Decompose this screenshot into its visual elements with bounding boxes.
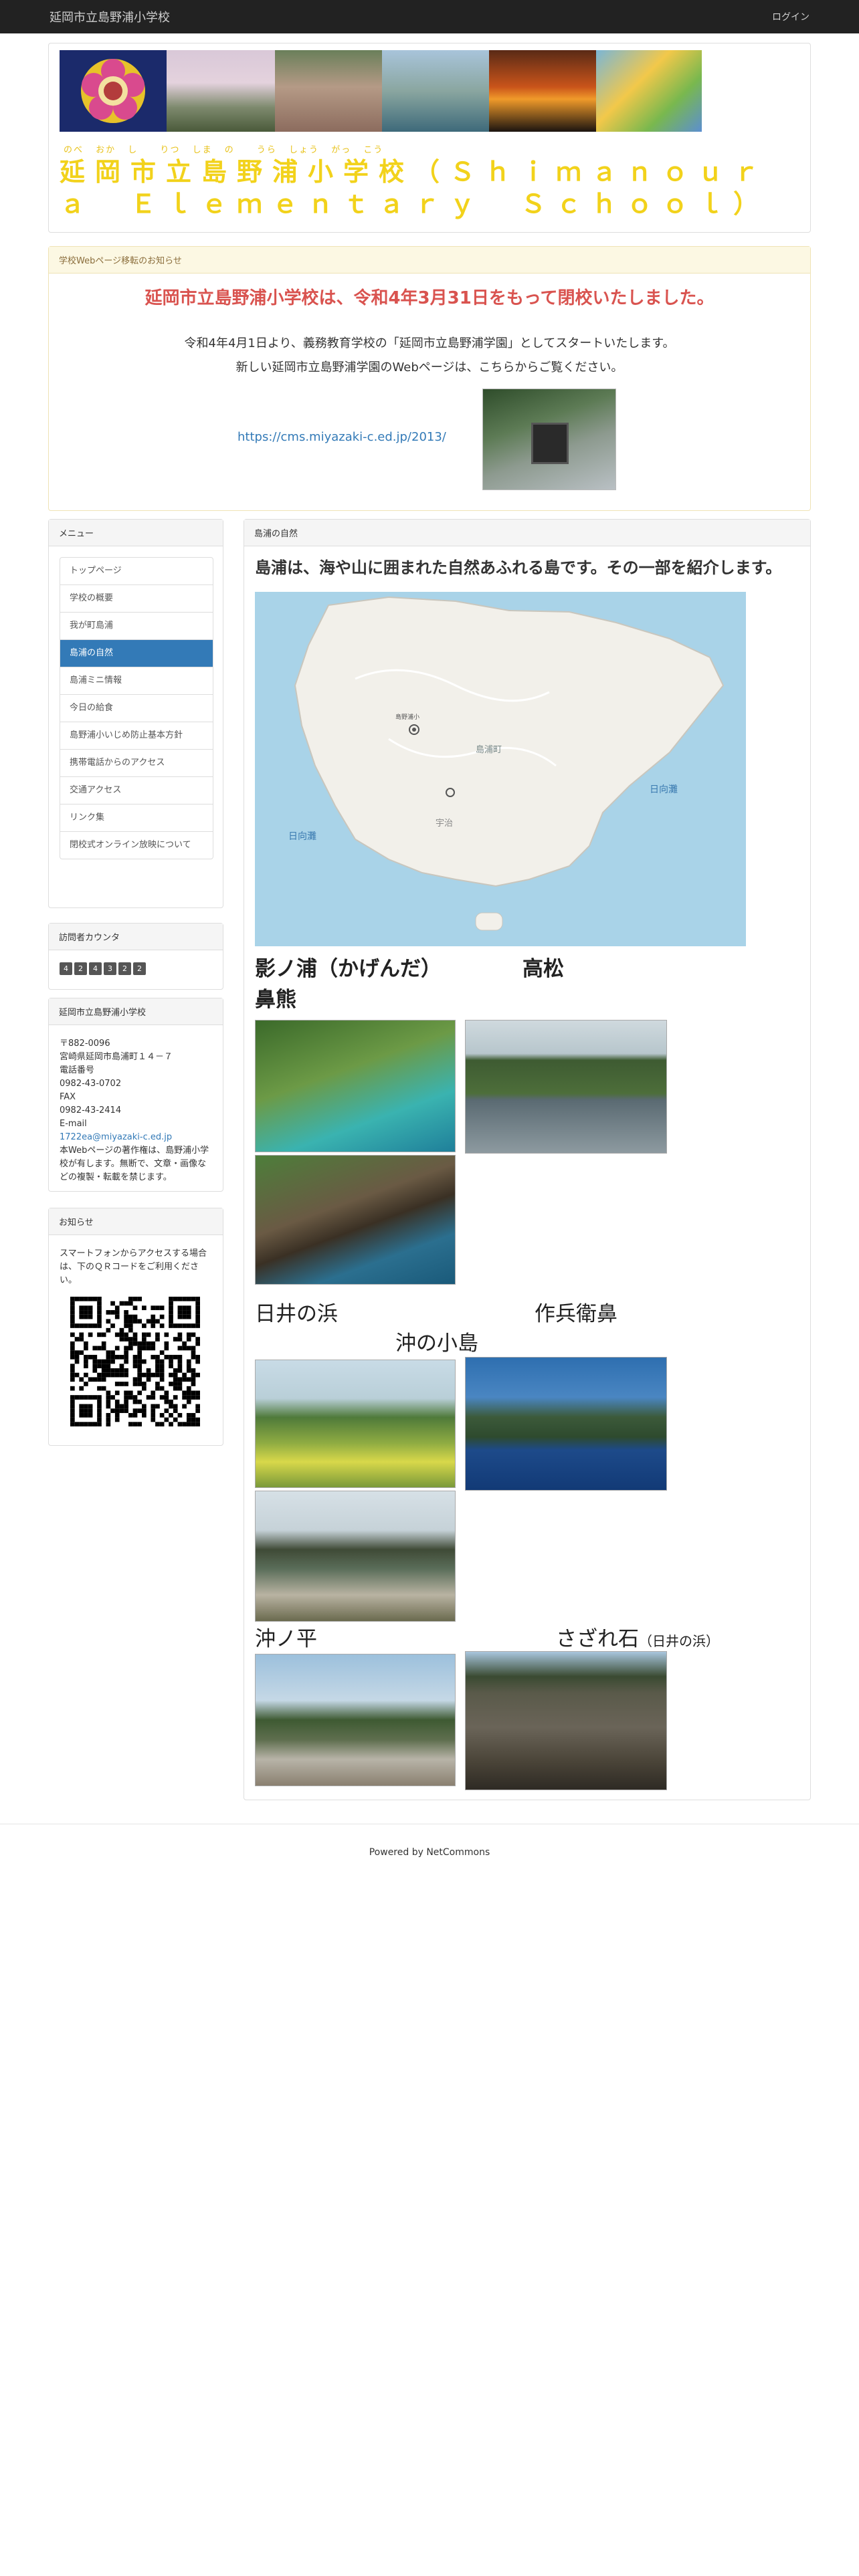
banner-photo-students (275, 50, 382, 132)
menu-item-mobile-access[interactable]: 携帯電話からのアクセス (60, 750, 213, 777)
menu-item-anti-bullying[interactable]: 島野浦小いじめ防止基本方針 (60, 722, 213, 750)
photo-sakubee[interactable] (465, 1357, 667, 1491)
banner-photo-harbor (382, 50, 489, 132)
menu-item-lunch[interactable]: 今日の給食 (60, 695, 213, 722)
banner-photo-sunset (489, 50, 596, 132)
photo-okinokojima[interactable] (255, 1491, 456, 1622)
tel-label: 電話番号 (60, 1065, 95, 1075)
menu-item-top[interactable]: トップページ (60, 558, 213, 585)
notice-line-2: 新しい延岡市立島野浦学園のWebページは、こちらからご覧ください。 (235, 360, 624, 374)
photo-okinohira[interactable] (255, 1654, 456, 1786)
counter-digit: 3 (104, 962, 116, 975)
qr-notice-panel: お知らせ スマートフォンからアクセスする場合は、下のＱＲコードをご利用ください。 (48, 1208, 223, 1446)
caption-okinokojima: 沖の小島 (395, 1331, 478, 1356)
notice-line-1: 令和4年4月1日より、義務教育学校の「延岡市立島野浦学園」としてスタートいたしま… (184, 336, 675, 350)
qr-panel-heading: お知らせ (49, 1208, 223, 1235)
address: 宮崎県延岡市島浦町１４－７ (60, 1052, 173, 1062)
map-label-town: 島浦町 (476, 745, 502, 755)
email-link[interactable]: 1722ea@miyazaki-c.ed.jp (60, 1131, 215, 1144)
login-link[interactable]: ログイン (772, 10, 809, 23)
caption-hinohama: 日井の浜 (255, 1302, 338, 1326)
title-ruby: のべ おか し りつ しま の うら しょう がっ こう (64, 145, 384, 155)
map-label-sea-west: 日向灘 (288, 831, 316, 842)
caption-takamatsu: 高松 (522, 957, 564, 981)
photo-takamatsu[interactable] (465, 1020, 667, 1154)
menu-item-overview[interactable]: 学校の概要 (60, 585, 213, 613)
counter-heading: 訪問者カウンタ (49, 924, 223, 950)
visitor-counter-panel: 訪問者カウンタ 4 2 4 3 2 2 (48, 923, 223, 990)
island-map-image: 島浦町 日向灘 日向灘 宇治 島野浦小 (255, 592, 746, 946)
photo-hinohama[interactable] (255, 1360, 456, 1488)
map-label-uji: 宇治 (436, 819, 453, 829)
menu-item-links[interactable]: リンク集 (60, 804, 213, 832)
menu-panel: メニュー トップページ 学校の概要 我が町島浦 島浦の自然 島浦ミニ情報 今日の… (48, 519, 223, 908)
footer: Powered by NetCommons (369, 1847, 490, 1858)
counter-digit: 2 (74, 962, 87, 975)
counter-digit: 4 (89, 962, 102, 975)
postal-code: 〒882-0096 (60, 1039, 110, 1049)
fax-number: 0982-43-2414 (60, 1105, 122, 1115)
fax-label: FAX (60, 1092, 76, 1102)
qr-code-icon (70, 1297, 200, 1426)
caption-sazareishi-note: （日井の浜） (639, 1633, 719, 1649)
banner-photo-artwork (596, 50, 702, 132)
header-panel: のべ おか し りつ しま の うら しょう がっ こう 延岡市立島野浦小学校（… (48, 43, 811, 233)
menu-item-town[interactable]: 我が町島浦 (60, 613, 213, 640)
school-emblem-icon (60, 50, 167, 132)
menu-list: トップページ 学校の概要 我が町島浦 島浦の自然 島浦ミニ情報 今日の給食 島野… (60, 557, 213, 859)
school-info-panel: 延岡市立島野浦小学校 〒882-0096 宮崎県延岡市島浦町１４－７ 電話番号 … (48, 998, 223, 1192)
school-contact-info: 〒882-0096 宮崎県延岡市島浦町１４－７ 電話番号 0982-43-070… (60, 1037, 215, 1184)
caption-okinohira: 沖ノ平 (255, 1627, 317, 1651)
menu-item-nature[interactable]: 島浦の自然 (60, 640, 213, 667)
notice-panel-heading: 学校Webページ移転のお知らせ (49, 247, 810, 274)
new-site-link[interactable]: https://cms.miyazaki-c.ed.jp/2013/ (237, 430, 446, 444)
banner-photo-school (167, 50, 275, 132)
photo-sazareishi[interactable] (465, 1651, 667, 1790)
photo-hanakuma[interactable] (255, 1155, 456, 1285)
counter-digit: 2 (133, 962, 146, 975)
menu-item-mini-info[interactable]: 島浦ミニ情報 (60, 667, 213, 695)
school-info-heading: 延岡市立島野浦小学校 (49, 998, 223, 1025)
nature-lead-text: 島浦は、海や山に囲まれた自然あふれる島です。その一部を紹介します。 (255, 558, 782, 577)
relocation-notice-panel: 学校Webページ移転のお知らせ 延岡市立島野浦小学校は、令和4年3月31日をもっ… (48, 246, 811, 511)
visitor-counter: 4 2 4 3 2 2 (60, 962, 146, 975)
caption-kagenoura: 影ノ浦（かげんだ） (255, 957, 442, 981)
qr-instructions: スマートフォンからアクセスする場合は、下のＱＲコードをご利用ください。 (60, 1249, 207, 1285)
copyright-text: 本Webページの著作権は、島野浦小学校が有します。無断で、文章・画像などの複製・… (60, 1146, 209, 1182)
page-title: 延岡市立島野浦小学校（Ｓｈｉｍａｎｏｕｒａ Ｅｌｅｍｅｎｔａｒｙ Ｓｃｈｏｏｌ） (60, 157, 769, 219)
map-label-school: 島野浦小 (395, 713, 419, 721)
menu-item-closing-ceremony[interactable]: 閉校式オンライン放映について (60, 832, 213, 859)
site-brand-link[interactable]: 延岡市立島野浦小学校 (50, 8, 170, 25)
caption-hanakuma: 鼻熊 (255, 988, 296, 1012)
email-label: E-mail (60, 1119, 87, 1129)
school-sign-photo[interactable] (482, 389, 616, 490)
header-banner-image (60, 50, 702, 132)
menu-heading: メニュー (49, 520, 223, 546)
tel-number: 0982-43-0702 (60, 1079, 122, 1089)
counter-digit: 4 (60, 962, 72, 975)
menu-item-transport[interactable]: 交通アクセス (60, 777, 213, 804)
caption-sazareishi: さざれ石（日井の浜） (556, 1622, 719, 1652)
closure-headline: 延岡市立島野浦小学校は、令和4年3月31日をもって閉校いたしました。 (145, 288, 714, 308)
counter-digit: 2 (118, 962, 131, 975)
top-navbar: 延岡市立島野浦小学校 ログイン (0, 0, 859, 33)
map-label-sea-east: 日向灘 (650, 784, 678, 795)
photo-kagenoura[interactable] (255, 1020, 456, 1152)
caption-sazareishi-main: さざれ石 (556, 1627, 639, 1651)
content-heading: 島浦の自然 (244, 520, 810, 546)
caption-sakubee: 作兵衛鼻 (535, 1302, 617, 1326)
nature-content-panel: 島浦の自然 島浦は、海や山に囲まれた自然あふれる島です。その一部を紹介します。 … (244, 519, 811, 1800)
